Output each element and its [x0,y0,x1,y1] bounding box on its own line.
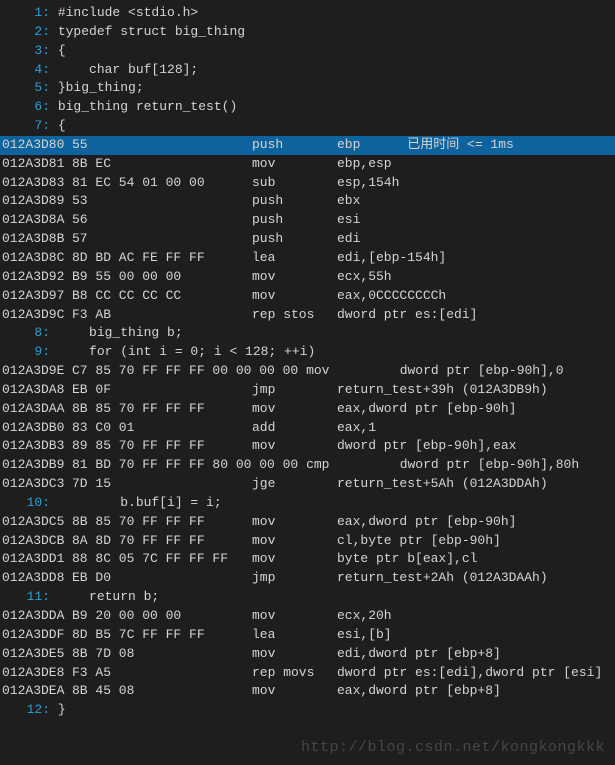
source-line: 6: big_thing return_test() [0,98,615,117]
asm-line: 012A3DB083 C0 01addeax,1 [0,419,615,438]
source-line: 7: { [0,117,615,136]
line-number: 2: [8,23,50,42]
asm-line: 012A3DDAB9 20 00 00 00movecx,20h [0,607,615,626]
source-code: for (int i = 0; i < 128; ++i) [58,344,315,359]
source-line: 11: return b; [0,588,615,607]
source-code: }big_thing; [58,80,144,95]
asm-line: 012A3DE8F3 A5rep movsdword ptr es:[edi],… [0,664,615,683]
asm-line: 012A3D8B57pushedi [0,230,615,249]
asm-line: 012A3DB981 BD 70 FF FF FF 80 00 00 00 cm… [0,456,615,475]
source-line: 3: { [0,42,615,61]
source-code: } [58,702,66,717]
disassembly-editor: 1: #include <stdio.h> 2: typedef struct … [0,0,615,724]
asm-operands: ebp [337,137,360,152]
asm-line: 012A3D97B8 CC CC CC CCmoveax,0CCCCCCCCh [0,287,615,306]
asm-line: 012A3D8381 EC 54 01 00 00subesp,154h [0,174,615,193]
line-number: 5: [8,79,50,98]
source-code: return b; [58,589,159,604]
line-number: 3: [8,42,50,61]
asm-line: 012A3DD188 8C 05 7C FF FF FFmovbyte ptr … [0,550,615,569]
source-line: 8: big_thing b; [0,324,615,343]
timing-annotation: 已用时间 <= 1ms [360,137,513,152]
source-code: b.buf[i] = i; [58,495,222,510]
source-code: char buf[128]; [58,62,198,77]
source-code: big_thing b; [58,325,183,340]
line-number: 11: [8,588,50,607]
source-line: 10: b.buf[i] = i; [0,494,615,513]
asm-line: 012A3D9EC7 85 70 FF FF FF 00 00 00 00 mo… [0,362,615,381]
asm-line: 012A3D8A56pushesi [0,211,615,230]
source-line: 12: } [0,701,615,720]
asm-line-current: 012A3D8055pushebp 已用时间 <= 1ms [0,136,615,155]
asm-line: 012A3D8C8D BD AC FE FF FFleaedi,[ebp-154… [0,249,615,268]
source-code: big_thing return_test() [58,99,237,114]
asm-line: 012A3D818B ECmovebp,esp [0,155,615,174]
watermark-text: http://blog.csdn.net/kongkongkkk [301,737,605,759]
asm-line: 012A3DB389 85 70 FF FF FFmovdword ptr [e… [0,437,615,456]
asm-address: 012A3D80 [2,136,72,155]
line-number: 12: [8,701,50,720]
asm-line: 012A3DCB8A 8D 70 FF FF FFmovcl,byte ptr … [0,532,615,551]
source-line: 2: typedef struct big_thing [0,23,615,42]
source-line: 9: for (int i = 0; i < 128; ++i) [0,343,615,362]
asm-line: 012A3D8953pushebx [0,192,615,211]
asm-line: 012A3D9CF3 ABrep stosdword ptr es:[edi] [0,306,615,325]
line-number: 10: [8,494,50,513]
source-code: #include <stdio.h> [58,5,198,20]
asm-line: 012A3DD8EB D0jmpreturn_test+2Ah (012A3DA… [0,569,615,588]
asm-line: 012A3DA8EB 0Fjmpreturn_test+39h (012A3DB… [0,381,615,400]
asm-line: 012A3DC58B 85 70 FF FF FFmoveax,dword pt… [0,513,615,532]
line-number: 7: [8,117,50,136]
asm-mnemonic: push [252,136,337,155]
asm-line: 012A3D92B9 55 00 00 00movecx,55h [0,268,615,287]
asm-line: 012A3DE58B 7D 08movedi,dword ptr [ebp+8] [0,645,615,664]
source-code: { [58,43,66,58]
asm-line: 012A3DDF8D B5 7C FF FF FFleaesi,[b] [0,626,615,645]
source-line: 5: }big_thing; [0,79,615,98]
source-code: typedef struct big_thing [58,24,245,39]
source-code: { [58,118,66,133]
line-number: 6: [8,98,50,117]
line-number: 9: [8,343,50,362]
source-line: 4: char buf[128]; [0,61,615,80]
line-number: 8: [8,324,50,343]
asm-line: 012A3DEA8B 45 08moveax,dword ptr [ebp+8] [0,682,615,701]
asm-line: 012A3DAA8B 85 70 FF FF FFmoveax,dword pt… [0,400,615,419]
source-line: 1: #include <stdio.h> [0,4,615,23]
line-number: 1: [8,4,50,23]
asm-line: 012A3DC37D 15jgereturn_test+5Ah (012A3DD… [0,475,615,494]
asm-bytes: 55 [72,136,252,155]
line-number: 4: [8,61,50,80]
